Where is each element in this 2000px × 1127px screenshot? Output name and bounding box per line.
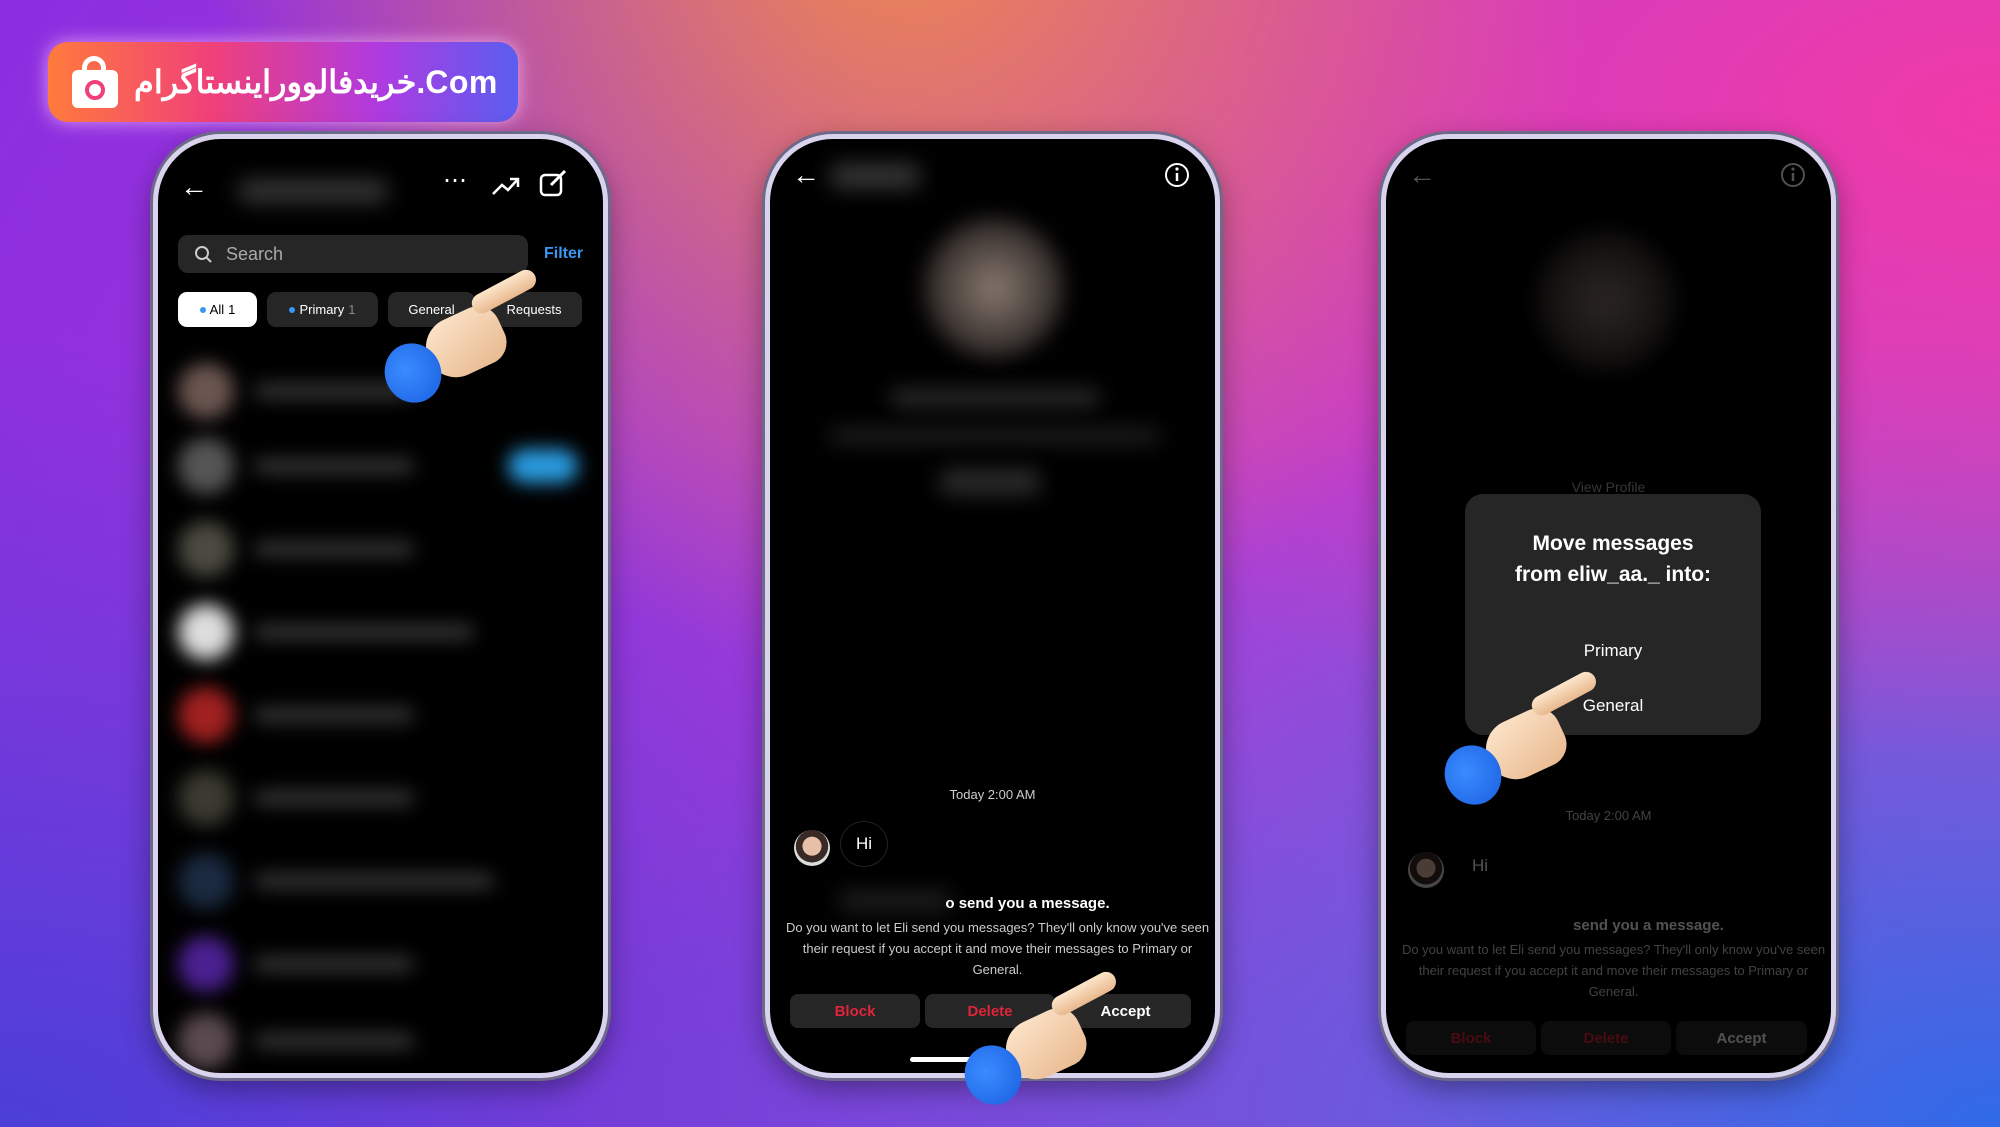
info-icon[interactable] — [1779, 161, 1807, 189]
more-dots-icon[interactable]: ⋯ — [443, 169, 467, 193]
list-item[interactable] — [178, 851, 578, 911]
tab-count: 1 — [348, 302, 356, 317]
blurred-details — [830, 429, 1160, 443]
phone-message-request: ← Today 2:00 AM Hi o send you a message.… — [765, 134, 1220, 1078]
blurred-username — [238, 179, 388, 203]
accept-button[interactable]: Accept — [1676, 1021, 1807, 1055]
tab-label: All — [209, 302, 225, 317]
banner-text: خریدفالووراینستاگرام.Com — [134, 64, 498, 100]
block-button[interactable]: Block — [1406, 1021, 1536, 1055]
block-button[interactable]: Block — [790, 994, 920, 1028]
blurred-username — [830, 163, 920, 189]
info-icon[interactable] — [1163, 161, 1191, 189]
unread-dot — [289, 306, 296, 313]
pointing-hand-icon — [374, 266, 540, 413]
list-item[interactable] — [178, 685, 578, 745]
message-bubble: Hi — [1471, 856, 1489, 875]
blurred-profile-photo — [1536, 231, 1676, 371]
option-primary[interactable]: Primary — [1465, 641, 1761, 661]
view-profile-link[interactable]: View Profile — [1386, 479, 1831, 495]
tab-primary[interactable]: Primary 1 — [267, 292, 378, 327]
arrow-left-icon[interactable]: ← — [180, 173, 208, 201]
search-placeholder: Search — [226, 243, 284, 264]
search-input[interactable]: Search — [178, 235, 528, 273]
list-item[interactable] — [178, 934, 578, 994]
blurred-view-profile — [940, 469, 1040, 495]
tab-count: 1 — [228, 302, 236, 317]
pointing-hand-icon — [1434, 668, 1600, 815]
list-item[interactable] — [178, 768, 578, 828]
phone-move-dialog: ← View Profile Today 2:00 AM Hi send you… — [1381, 134, 1836, 1078]
request-title: o send you a message. — [945, 895, 1110, 912]
trending-up-icon[interactable] — [491, 174, 521, 198]
list-item[interactable] — [178, 1011, 578, 1071]
timestamp: Today 2:00 AM — [1565, 808, 1652, 823]
edit-icon[interactable] — [538, 169, 568, 199]
message-bubble: Hi — [840, 821, 888, 867]
blurred-profile-photo — [924, 218, 1064, 358]
list-item[interactable] — [178, 436, 578, 496]
shopping-bag-icon — [70, 56, 120, 108]
arrow-left-icon[interactable]: ← — [1408, 161, 1436, 189]
filter-button[interactable]: Filter — [544, 245, 583, 263]
tab-all[interactable]: All 1 — [178, 292, 257, 327]
pointing-hand-icon — [954, 968, 1120, 1115]
list-item[interactable] — [178, 519, 578, 579]
sender-avatar[interactable] — [1408, 852, 1444, 888]
brand-banner: خریدفالووراینستاگرام.Com — [48, 42, 518, 122]
request-body: Do you want to let Eli send you messages… — [785, 920, 1210, 977]
phone-inbox: ← ⋯ Search Filter All 1 Primary 1 General … — [153, 134, 608, 1078]
blurred-name — [890, 389, 1100, 407]
tab-label: Primary — [299, 302, 345, 317]
sender-avatar[interactable] — [794, 830, 830, 866]
arrow-left-icon[interactable]: ← — [792, 161, 820, 189]
search-icon — [195, 246, 212, 263]
dialog-title: Move messages from eliw_aa._ into: — [1514, 532, 1712, 586]
list-item[interactable] — [178, 602, 578, 662]
unread-dot — [199, 306, 206, 313]
request-body: Do you want to let Eli send you messages… — [1401, 942, 1826, 999]
move-messages-dialog: Move messages from eliw_aa._ into: Primar… — [1465, 494, 1761, 735]
timestamp: Today 2:00 AM — [949, 787, 1036, 802]
delete-button[interactable]: Delete — [1541, 1021, 1671, 1055]
request-title: send you a message. — [1573, 917, 1724, 934]
